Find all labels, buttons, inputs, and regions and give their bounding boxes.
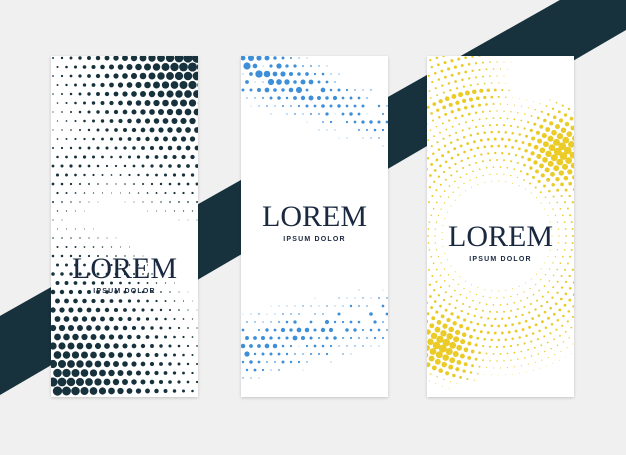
halftone-dots-dark: [51, 56, 198, 396]
banner-subtitle: IPSUM DOLOR: [469, 256, 532, 263]
banner-yellow: LOREM IPSUM DOLOR: [427, 56, 574, 397]
banner-subtitle: IPSUM DOLOR: [283, 236, 346, 243]
banner-subtitle: IPSUM DOLOR: [93, 288, 156, 295]
banner-dark: LOREM IPSUM DOLOR: [51, 56, 198, 397]
banner-title: LOREM: [72, 252, 177, 285]
banner-blue: LOREM IPSUM DOLOR: [241, 56, 388, 397]
banner-title: LOREM: [448, 220, 553, 253]
banner-title: LOREM: [262, 200, 367, 233]
